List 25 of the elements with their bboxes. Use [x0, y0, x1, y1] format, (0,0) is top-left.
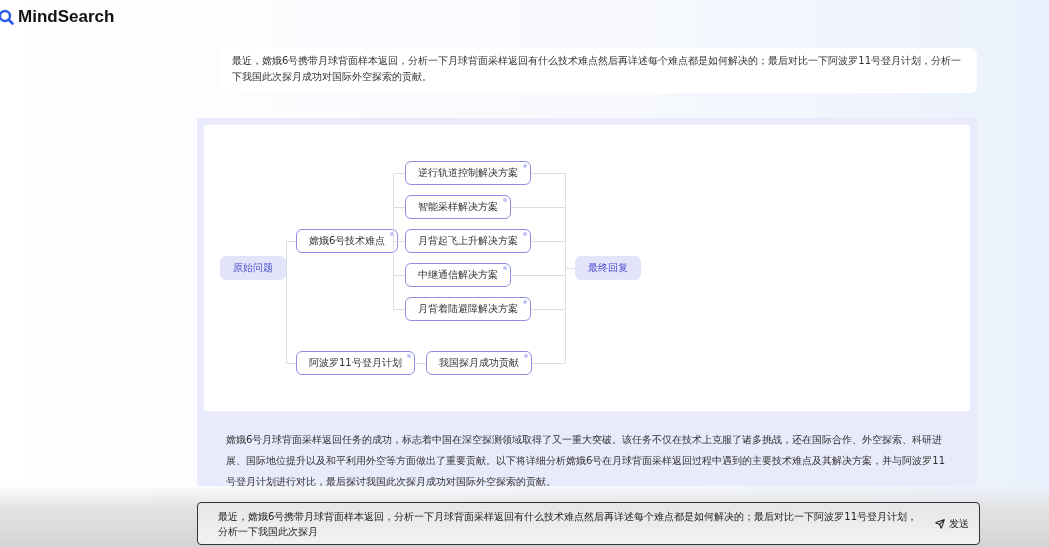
mindmap-node[interactable]: 中继通信解决方案 — [405, 263, 511, 287]
mindmap-node[interactable]: 嫦娥6号技术难点 — [296, 229, 399, 253]
mindmap-node[interactable]: 月背起飞上升解决方案 — [405, 229, 531, 253]
answer-text: 嫦娥6号月球背面采样返回任务的成功，标志着中国在深空探测领域取得了又一重大突破。该任务不仅在技术上克服了诸多挑战，还在国际合作、外空探索、科研进展、国际地位提升以及和平利用外空等方面做出了重要贡献。以下将详细分析嫦娥6号在月球背面采样返回过程中遇到的主要技术难点及其解决方案，并与阿波罗11号登月计划进行对比，最后探讨我国此次探月成功对国际外空探索的贡献。 — [225, 433, 947, 489]
send-icon — [935, 518, 945, 529]
dot-icon — [503, 198, 507, 202]
dot-icon — [390, 232, 395, 236]
logo-icon — [0, 9, 14, 25]
mindmap-node[interactable]: 智能采样解决方案 — [405, 195, 511, 219]
connector-line — [414, 362, 426, 364]
app-logo-text: MindSearch — [18, 7, 115, 27]
mindmap-node[interactable]: 逆行轨道控制解决方案 — [405, 161, 531, 185]
mindmap-node[interactable]: 原始问题 — [220, 256, 286, 280]
dot-icon — [523, 354, 528, 358]
dot-icon — [523, 164, 527, 168]
mindmap-node[interactable]: 最终回复 — [575, 256, 641, 280]
dot-icon — [406, 354, 411, 358]
question-input[interactable]: 最近，嫦娥6号携带月球背面样本返回，分析一下月球背面采样返回有什么技术难点然后再详述每个难点都是如何解决的；最后对比一下阿波罗11号登月计划，分析一下我国此次探月 发送 — [197, 502, 980, 545]
send-button[interactable]: 发送 — [935, 516, 969, 531]
mindmap-node[interactable]: 我国探月成功贡献 — [425, 351, 532, 375]
dot-icon — [503, 266, 507, 270]
mindmap-node[interactable]: 月背着陆避障解决方案 — [405, 297, 531, 321]
mindmap-node[interactable]: 阿波罗11号登月计划 — [296, 351, 415, 375]
dot-icon — [523, 232, 527, 236]
dot-icon — [523, 300, 527, 304]
